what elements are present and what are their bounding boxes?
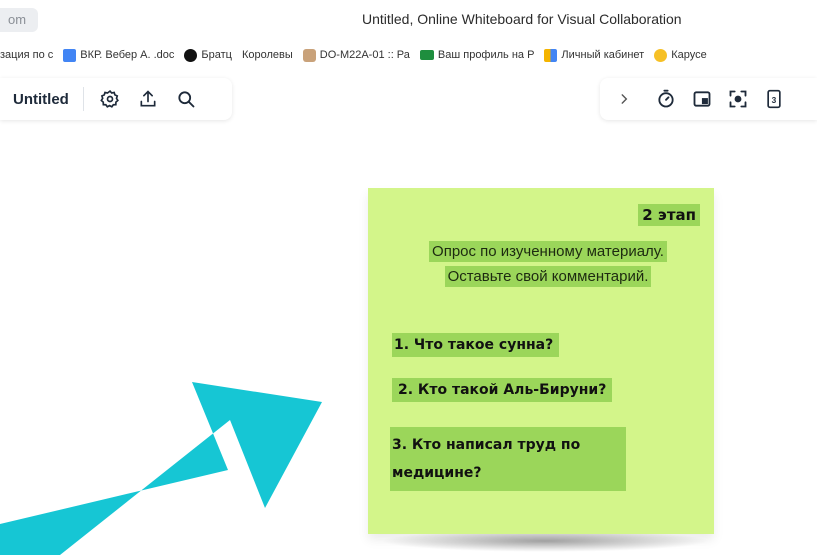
stage-label: 2 этап <box>638 204 700 226</box>
question-1: 1. Что такое сунна? <box>392 333 560 357</box>
survey-line-1: Опрос по изученному материалу. <box>429 241 667 262</box>
question-3: 3. Кто написал труд по медицине? <box>390 427 626 491</box>
survey-line-2: Оставьте свой комментарий. <box>444 266 652 287</box>
survey-text: Опрос по изученному материалу. Оставьте … <box>392 239 704 289</box>
sticky-note[interactable]: 2 этап Опрос по изученному материалу. Ос… <box>368 188 714 534</box>
question-2: 2. Кто такой Аль-Бируни? <box>392 378 613 402</box>
arrow-body <box>0 382 322 555</box>
